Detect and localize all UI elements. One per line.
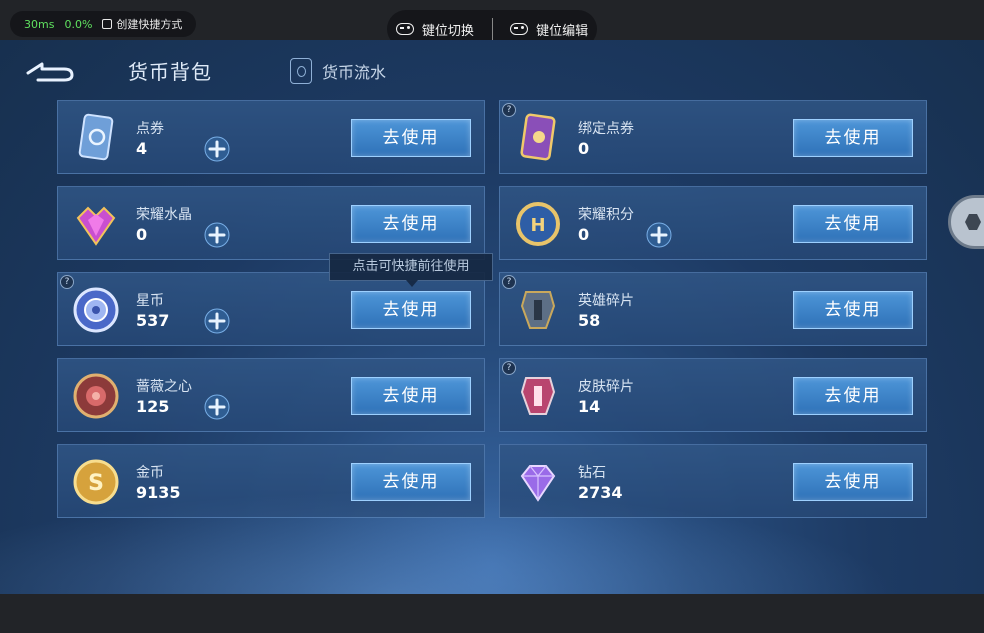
- key-switch-button[interactable]: 键位切换: [395, 20, 474, 39]
- currency-name: 荣耀积分: [578, 207, 634, 223]
- divider: [491, 18, 493, 40]
- currency-amount: 125: [136, 397, 170, 416]
- currency-card: 荣耀水晶 0 去使用: [57, 186, 485, 260]
- add-currency-button[interactable]: [204, 394, 230, 420]
- currency-card: 钻石 2734 去使用: [499, 444, 927, 518]
- tab-currency-bag[interactable]: 货币背包: [128, 56, 212, 85]
- currency-amount: 9135: [136, 483, 181, 502]
- currency-card: ? 绑定点券 0 去使用: [499, 100, 927, 174]
- gamepad-icon: [395, 23, 414, 35]
- help-icon[interactable]: ?: [60, 275, 74, 289]
- currency-name: 荣耀水晶: [136, 207, 192, 223]
- create-shortcut-button[interactable]: 创建快捷方式: [102, 16, 182, 32]
- currency-amount: 4: [136, 139, 148, 158]
- currency-name: 皮肤碎片: [578, 379, 634, 395]
- currency-card: ? 星币 537 去使用: [57, 272, 485, 346]
- star-coin-icon: [70, 284, 122, 336]
- currency-card: H 荣耀积分 0 去使用: [499, 186, 927, 260]
- bound-coupon-card-icon: [512, 112, 564, 164]
- currency-card: ? 皮肤碎片 14 去使用: [499, 358, 927, 432]
- use-tooltip: 点击可快捷前往使用: [329, 253, 493, 287]
- add-currency-button[interactable]: [204, 222, 230, 248]
- back-arrow-icon[interactable]: [24, 58, 76, 84]
- tab-currency-ledger[interactable]: 货币流水: [290, 58, 386, 84]
- currency-name: 点券: [136, 121, 164, 137]
- currency-card: 蔷薇之心 125 去使用: [57, 358, 485, 432]
- use-button[interactable]: 去使用: [351, 463, 471, 501]
- currency-amount: 0: [578, 139, 590, 158]
- diamond-icon: [512, 456, 564, 508]
- use-button[interactable]: 去使用: [351, 205, 471, 243]
- skin-fragment-icon: [512, 370, 564, 422]
- glory-points-icon: H: [512, 198, 564, 250]
- currency-name: 蔷薇之心: [136, 379, 192, 395]
- use-button[interactable]: 去使用: [351, 377, 471, 415]
- currency-card: ? 英雄碎片 58 去使用: [499, 272, 927, 346]
- use-button[interactable]: 去使用: [793, 291, 913, 329]
- help-icon[interactable]: ?: [502, 361, 516, 375]
- use-button[interactable]: 去使用: [351, 291, 471, 329]
- svg-text:S: S: [88, 471, 104, 496]
- add-currency-button[interactable]: [204, 136, 230, 162]
- help-icon[interactable]: ?: [502, 103, 516, 117]
- emulator-bottom-bar: [0, 594, 984, 633]
- shortcut-icon: [102, 19, 113, 29]
- currency-amount: 58: [578, 311, 601, 330]
- key-edit-label: 键位编辑: [536, 23, 589, 39]
- help-icon[interactable]: ?: [502, 275, 516, 289]
- performance-pill: 30ms 0.0% 创建快捷方式: [10, 11, 197, 37]
- currency-amount: 537: [136, 311, 170, 330]
- currency-name: 绑定点券: [578, 121, 634, 137]
- currency-amount: 0: [136, 225, 148, 244]
- currency-name: 钻石: [578, 465, 606, 481]
- glory-crystal-icon: [70, 198, 122, 250]
- currency-amount: 0: [578, 225, 590, 244]
- currency-name: 英雄碎片: [578, 293, 634, 309]
- currency-card: S 金币 9135 去使用: [57, 444, 485, 518]
- use-button[interactable]: 去使用: [793, 119, 913, 157]
- currency-amount: 2734: [578, 483, 623, 502]
- rose-heart-icon: [70, 370, 122, 422]
- currency-name: 星币: [136, 293, 164, 309]
- tab-ledger-label: 货币流水: [322, 63, 387, 82]
- currency-card: 点券 4 去使用: [57, 100, 485, 174]
- use-button[interactable]: 去使用: [793, 377, 913, 415]
- currency-amount: 14: [578, 397, 601, 416]
- gamepad-icon: [510, 23, 529, 35]
- hero-fragment-icon: [512, 284, 564, 336]
- key-edit-button[interactable]: 键位编辑: [510, 20, 588, 39]
- svg-text:H: H: [530, 215, 545, 236]
- emulator-top-bar: 30ms 0.0% 创建快捷方式 键位切换 键位编辑: [0, 0, 984, 48]
- create-shortcut-label: 创建快捷方式: [116, 18, 183, 31]
- use-button[interactable]: 去使用: [351, 119, 471, 157]
- game-viewport: 货币背包 货币流水 点券 4 去使用? 绑定点券 0 去使用 荣耀水晶 0 去使用 H 荣耀积分 0 去…: [0, 40, 984, 594]
- cpu-readout: 0.0%: [64, 17, 93, 31]
- use-button[interactable]: 去使用: [793, 463, 913, 501]
- latency-readout: 30ms: [24, 17, 55, 31]
- add-currency-button[interactable]: [204, 308, 230, 334]
- use-button[interactable]: 去使用: [793, 205, 913, 243]
- ledger-icon: [290, 58, 312, 84]
- side-settings-button[interactable]: [948, 195, 984, 249]
- currency-name: 金币: [136, 465, 164, 481]
- add-currency-button[interactable]: [646, 222, 672, 248]
- key-switch-label: 键位切换: [421, 23, 474, 39]
- coupon-card-icon: [70, 112, 122, 164]
- gold-coin-icon: S: [70, 456, 122, 508]
